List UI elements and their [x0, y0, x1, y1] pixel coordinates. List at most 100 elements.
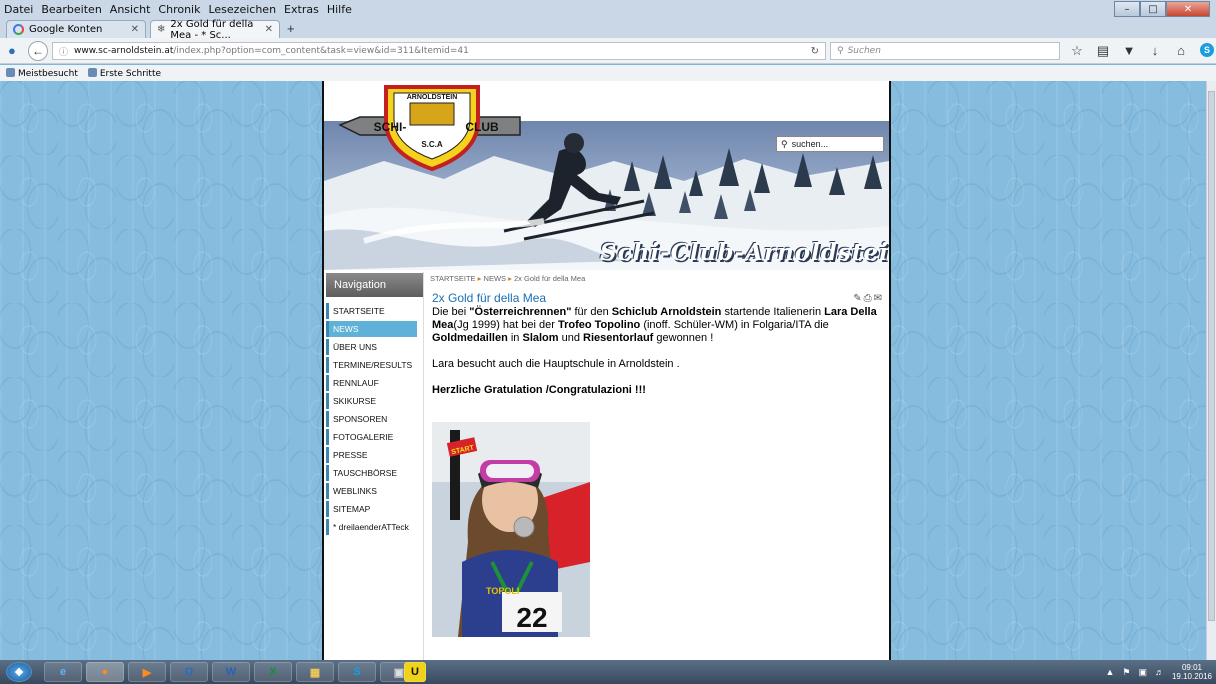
tray-arrow-icon[interactable]: ▲ [1105, 667, 1114, 677]
article-text-segment: in [507, 332, 523, 344]
breadcrumb-separator-icon: ▸ [477, 274, 482, 283]
page-scrollbar[interactable] [1206, 81, 1216, 660]
breadcrumb-startseite[interactable]: STARTSEITE [430, 274, 476, 283]
logo-right-text: CLUB [465, 120, 499, 134]
nav-item-ueber-uns[interactable]: ÜBER UNS [326, 339, 417, 355]
back-button[interactable]: ← [28, 41, 48, 61]
pdf-icon[interactable]: ✎ [853, 293, 861, 304]
article-title: 2x Gold für della Mea [432, 291, 547, 305]
menu-chronik[interactable]: Chronik [158, 3, 200, 16]
site-search-input[interactable]: ⚲ suchen... [776, 136, 884, 152]
bookmark-star-icon[interactable]: ☆ [1070, 43, 1084, 59]
nav-item-termine-results[interactable]: TERMINE/RESULTS [326, 357, 417, 373]
article-text-segment: Die bei [432, 306, 470, 318]
new-tab-button[interactable]: + [287, 21, 295, 36]
skype-taskbar-icon[interactable]: S [338, 662, 376, 682]
close-tab-icon[interactable]: ✕ [265, 24, 273, 35]
menu-extras[interactable]: Extras [284, 3, 319, 16]
article-text-segment: startende Italienerin [721, 306, 825, 318]
reading-list-icon[interactable]: ▤ [1096, 43, 1110, 59]
file-explorer-icon[interactable]: ▦ [296, 662, 334, 682]
article-paragraph-1: Die bei "Österreichrennen" für den Schic… [432, 306, 884, 345]
google-icon [13, 24, 24, 35]
site-header: ARNOLDSTEIN SCHI- CLUB S.C.A ⚲ suchen...… [324, 81, 889, 270]
club-logo: ARNOLDSTEIN SCHI- CLUB S.C.A [338, 85, 521, 172]
site-container: ARNOLDSTEIN SCHI- CLUB S.C.A ⚲ suchen...… [322, 81, 891, 660]
article-paragraph-3: Herzliche Gratulation /Congratulazioni !… [432, 384, 884, 397]
nav-item-dreilaender[interactable]: * dreilaenderATTeck [326, 519, 417, 535]
tab-bar: Google Konten ✕ ❄ 2x Gold für della Mea … [0, 18, 1216, 41]
article-paragraph-2: Lara besucht auch die Hauptschule in Arn… [432, 358, 680, 370]
menu-bearbeiten[interactable]: Bearbeiten [41, 3, 101, 16]
email-icon[interactable]: ✉ [874, 293, 882, 304]
back-arrow-icon: ← [32, 44, 44, 58]
article-body: Die bei "Österreichrennen" für den Schic… [432, 306, 884, 410]
menu-ansicht[interactable]: Ansicht [110, 3, 151, 16]
skype-icon[interactable]: S [1200, 43, 1214, 57]
tab-google-konten[interactable]: Google Konten ✕ [6, 20, 146, 38]
main-content: STARTSEITE ▸ NEWS ▸ 2x Gold für della Me… [428, 272, 888, 660]
internet-explorer-icon[interactable]: e [44, 662, 82, 682]
pocket-icon[interactable]: ▼ [1122, 43, 1136, 59]
word-icon[interactable]: W [212, 662, 250, 682]
close-tab-icon[interactable]: ✕ [131, 24, 139, 35]
windows-logo-icon: ❖ [14, 666, 24, 679]
url-bar[interactable]: ⓘ www.sc-arnoldstein.at /index.php?optio… [52, 42, 826, 60]
breadcrumb-news[interactable]: NEWS [484, 274, 507, 283]
close-window-button[interactable]: ✕ [1166, 1, 1210, 17]
nav-item-startseite[interactable]: STARTSEITE [326, 303, 417, 319]
article-text-segment: Riesentorlauf [583, 332, 654, 344]
article-text-segment: Goldmedaillen [432, 332, 508, 344]
maximize-button[interactable]: □ [1140, 1, 1166, 17]
nav-item-skikurse[interactable]: SKIKURSE [326, 393, 417, 409]
firefox-icon[interactable]: ● [86, 662, 124, 682]
clock[interactable]: 09:01 19.10.2016 [1172, 663, 1212, 681]
system-tray: ▲ ⚑ ▣ ♬ 09:01 19.10.2016 [1105, 663, 1212, 681]
clock-time: 09:01 [1181, 663, 1202, 672]
nav-item-sitemap[interactable]: SITEMAP [326, 501, 417, 517]
menu-datei[interactable]: Datei [4, 3, 33, 16]
nav-item-fotogalerie[interactable]: FOTOGALERIE [326, 429, 417, 445]
start-button[interactable]: ❖ [6, 662, 32, 682]
outlook-icon[interactable]: O [170, 662, 208, 682]
clock-date: 19.10.2016 [1171, 672, 1212, 681]
nav-item-rennlauf[interactable]: RENNLAUF [326, 375, 417, 391]
search-placeholder: Suchen [847, 46, 881, 56]
info-icon[interactable]: ⓘ [59, 45, 68, 58]
window-controls: – □ ✕ [1114, 1, 1210, 17]
logo-bottom-text: S.C.A [421, 140, 443, 149]
nav-bar: ● ← ⓘ www.sc-arnoldstein.at /index.php?o… [0, 38, 1216, 64]
home-icon[interactable]: ⌂ [1174, 43, 1188, 59]
u-app-icon[interactable]: U [404, 662, 426, 682]
article-text-segment: (inoff. Schüler-WM) in Folgaria/ITA die [640, 319, 829, 331]
excel-icon[interactable]: X [254, 662, 292, 682]
media-player-icon[interactable]: ▶ [128, 662, 166, 682]
network-icon[interactable]: ▣ [1138, 667, 1147, 678]
nav-item-tauschboerse[interactable]: TAUSCHBÖRSE [326, 465, 417, 481]
nav-item-news[interactable]: NEWS [326, 321, 417, 337]
menu-lesezeichen[interactable]: Lesezeichen [208, 3, 276, 16]
firefox-sync-icon[interactable]: ● [8, 43, 16, 58]
minimize-button[interactable]: – [1114, 1, 1140, 17]
scrollbar-thumb[interactable] [1208, 91, 1215, 621]
nav-item-sponsoren[interactable]: SPONSOREN [326, 411, 417, 427]
volume-icon[interactable]: ♬ [1155, 667, 1164, 677]
url-host: www.sc-arnoldstein.at [74, 46, 174, 56]
logo-left-text: SCHI- [374, 120, 407, 134]
snowflake-icon: ❄ [157, 24, 166, 35]
reload-icon[interactable]: ↻ [811, 46, 819, 57]
menu-hilfe[interactable]: Hilfe [327, 3, 352, 16]
site-title: Schi-Club-Arnoldstein [600, 239, 889, 266]
nav-item-presse[interactable]: PRESSE [326, 447, 417, 463]
breadcrumb: STARTSEITE ▸ NEWS ▸ 2x Gold für della Me… [428, 272, 888, 283]
browser-search-input[interactable]: ⚲ Suchen [830, 42, 1060, 60]
tab-article[interactable]: ❄ 2x Gold für della Mea - * Sc... ✕ [150, 19, 280, 41]
download-icon[interactable]: ↓ [1148, 43, 1162, 59]
nav-item-weblinks[interactable]: WEBLINKS [326, 483, 417, 499]
bookmark-erste-schritte[interactable]: Erste Schritte [88, 68, 161, 79]
bookmark-meistbesucht[interactable]: Meistbesucht [6, 68, 78, 79]
flag-icon[interactable]: ⚑ [1122, 667, 1130, 678]
print-icon[interactable]: ⎙ [864, 293, 872, 304]
url-path: /index.php?option=com_content&task=view&… [173, 46, 469, 56]
article-text-segment: (Jg 1999) hat bei der [453, 319, 558, 331]
